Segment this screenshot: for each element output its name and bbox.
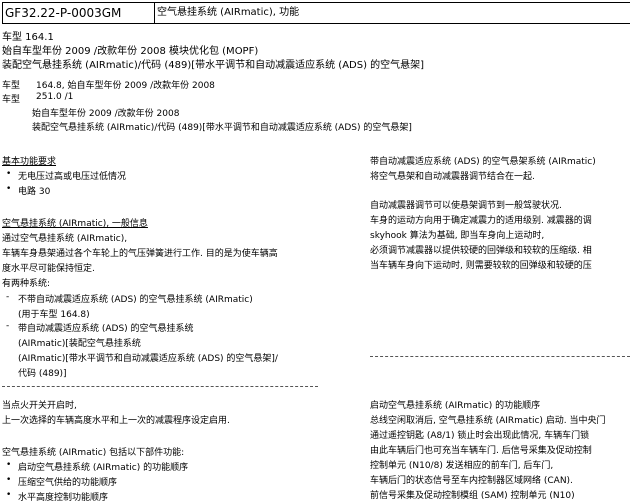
basic-item: 电路 30: [18, 187, 51, 197]
model-line: 车型 164.1: [2, 32, 54, 43]
two-systems-label: 有两种系统:: [2, 279, 51, 289]
basic-requirements-title: 基本功能要求: [2, 157, 57, 167]
model2-label: 车型: [2, 81, 21, 91]
document-title: 空气悬挂系统 (AIRmatic), 功能: [157, 7, 300, 18]
activation-line: 控制单元 (N10/8) 发送相应的前车门, 后车门,: [370, 461, 554, 471]
ads-line: 带自动减震适应系统 (ADS) 的空气悬架系统 (AIRmatic): [370, 157, 596, 167]
component-item: 启动空气悬挂系统 (AIRmatic) 的功能顺序: [18, 463, 189, 473]
model3-year: 始自车型年份 2009 /改款年份 2008: [32, 109, 180, 119]
model3-value: 251.0 /1: [36, 92, 74, 102]
model3-label: 车型: [2, 95, 21, 105]
bullet-icon: •: [6, 184, 12, 194]
damper-line: skyhook 算法为基础, 即当车身向上运动时,: [370, 231, 545, 241]
damper-line: 当车辆车身向下运动时, 则需要较软的回弹级和较硬的压: [370, 261, 592, 271]
component-item: 水平高度控制功能顺序: [18, 493, 109, 503]
system-line: 代码 (489)]: [18, 369, 67, 379]
system-line: 带自动减震适应系统 (ADS) 的空气悬挂系统: [18, 324, 194, 334]
activation-line: 总线空闲取消后, 空气悬挂系统 (AIRmatic) 启动. 当中央门: [370, 416, 606, 426]
model2-value: 164.8, 始自车型年份 2009 /改款年份 2008: [36, 81, 215, 91]
system-line: (AIRmatic)[带水平调节和自动减震适应系统 (ADS) 的空气悬架]/: [18, 354, 278, 364]
section-divider: [2, 386, 318, 387]
bullet-icon: •: [6, 490, 12, 500]
system-line: (AIRmatic)[装配空气悬挂系统: [18, 339, 141, 349]
activation-line: 车辆后门的状态信号至车内控制器区域网络 (CAN).: [370, 476, 573, 486]
model3-equipment: 装配空气悬挂系统 (AIRmatic)/代码 (489)[带水平调节和自动减震适…: [32, 123, 412, 133]
general-info-title: 空气悬挂系统 (AIRmatic), 一般信息: [2, 219, 148, 229]
damper-line: 车身的运动方向用于确定减震力的适用级别. 减震器的调: [370, 216, 592, 226]
system-line: (用于车型 164.8): [18, 310, 90, 320]
bullet-icon: •: [6, 169, 12, 179]
document-header: GF32.22-P-0003GM 空气悬挂系统 (AIRmatic), 功能: [2, 2, 630, 24]
equipment-line: 装配空气悬挂系统 (AIRmatic)/代码 (489)[带水平调节和自动减震适…: [2, 60, 425, 71]
ads-line: 将空气悬架和自动减震器调节结合在一起.: [370, 172, 535, 182]
basic-item: 无电压过高或电压过低情况: [18, 172, 127, 182]
ignition-line: 当点火开关开启时,: [2, 401, 77, 411]
general-line: 通过空气悬挂系统 (AIRmatic),: [2, 234, 128, 244]
bullet-icon: •: [6, 475, 12, 485]
document-code: GF32.22-P-0003GM: [3, 3, 155, 23]
system-line: 不带自动减震适应系统 (ADS) 的空气悬挂系统 (AIRmatic): [18, 295, 253, 305]
component-item: 压缩空气供给的功能顺序: [18, 478, 118, 488]
activation-line: 启动空气悬挂系统 (AIRmatic) 的功能顺序: [370, 401, 541, 411]
model-year-line: 始自车型年份 2009 /改款年份 2008 模块优化包 (MOPF): [2, 46, 259, 57]
bullet-icon: •: [6, 460, 12, 470]
activation-line: 前信号采集及促动控制模组 (SAM) 控制单元 (N10): [370, 491, 575, 501]
activation-line: 由此车辆后门也可充当车辆车门. 后信号采集及促动控制: [370, 446, 592, 456]
section-divider: [370, 356, 630, 357]
general-line: 车辆车身悬架通过各个车轮上的气压弹簧进行工作. 目的是为使车辆高: [2, 249, 278, 259]
activation-line: 通过遥控钥匙 (A8/1) 锁止时会出现此情况, 车辆车门锁: [370, 431, 590, 441]
dash-marker: -: [6, 292, 10, 302]
components-title: 空气悬挂系统 (AIRmatic) 包括以下部件功能:: [2, 448, 185, 458]
ignition-line: 上一次选择的车辆高度水平和上一次的减震程序设定启用.: [2, 416, 230, 426]
general-line: 度水平尽可能保持恒定.: [2, 264, 95, 274]
damper-line: 必须调节减震器以提供较硬的回弹级和较软的压缩级. 相: [370, 246, 592, 256]
dash-marker: -: [6, 321, 10, 331]
damper-line: 自动减震器调节可以使悬架调节到一般驾驶状况.: [370, 201, 562, 211]
